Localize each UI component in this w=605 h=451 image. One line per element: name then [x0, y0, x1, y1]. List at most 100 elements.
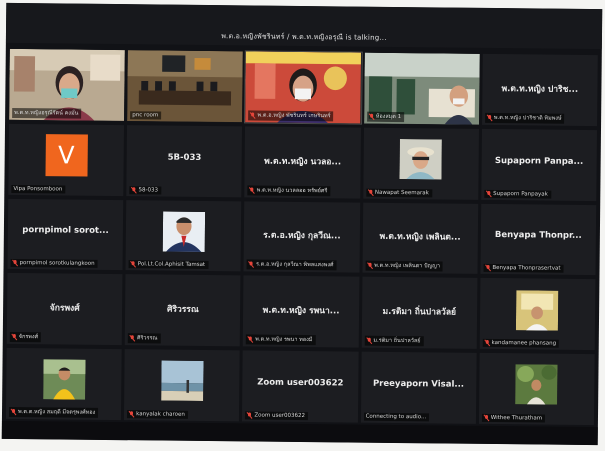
- participant-label-text: ม.รติมา ถิ่นปาลวัลย์: [373, 337, 421, 345]
- participant-tile[interactable]: Withee Thuratham: [478, 353, 595, 426]
- participant-name-label: ศิริวรรณ: [127, 333, 161, 344]
- participant-label-text: Zoom user003622: [254, 412, 306, 420]
- mic-muted-icon: [369, 113, 374, 119]
- participant-name-label: ม.รติมา ถิ่นปาลวัลย์: [364, 335, 424, 347]
- participant-tile[interactable]: Zoom user003622 Zoom user003622: [242, 350, 359, 423]
- participant-display-name: pornpimol sorot...: [22, 225, 109, 237]
- participant-name-label: Vipa Ponsomboon: [11, 184, 66, 194]
- participant-tile[interactable]: พ.ต.อ.หญิง พัชรินทร์ เกษรินทร์: [244, 50, 363, 125]
- participant-tile[interactable]: kandamanee phansang: [479, 278, 596, 351]
- participant-tile[interactable]: 5B-033 58-033: [126, 124, 243, 197]
- participant-name-label: พ.ต.ท.หญิง รพนา ทองมี: [246, 334, 316, 346]
- participant-display-name: Zoom user003622: [257, 377, 344, 389]
- participant-tile[interactable]: พ.ต.ท.หญิง เพลินต... พ.ต.ท.หญิง เพลินตา ป…: [362, 202, 479, 275]
- participant-display-name: Preeyaporn Visal...: [372, 378, 465, 390]
- participant-tile[interactable]: pnc room: [127, 50, 244, 123]
- mic-muted-icon: [366, 338, 371, 344]
- participant-tile[interactable]: จักรพงศ์ จักรพงศ์: [6, 273, 123, 346]
- participant-label-text: พ.ต.ท.หญิง ปาริชาติ ทิมพงษ์: [493, 114, 562, 122]
- mic-muted-icon: [12, 334, 17, 340]
- participant-name-label: pornpimol sorotkulangkoon: [10, 259, 98, 269]
- participant-display-name: Supaporn Panpa...: [494, 155, 584, 167]
- participant-label-text: พ.ต.ท.หญิง เพลินตา ปัญญา: [374, 263, 440, 270]
- participant-tile[interactable]: ม.รติมา ถิ่นปาลวัลย์ ม.รติมา ถิ่นปาลวัลย์: [361, 277, 478, 350]
- participant-display-name: พ.ต.ท.หญิง รพนา...: [262, 305, 340, 317]
- gallery-grid: พ.ต.ท.หญิงอรุณีรัตน์ คงมั่น pnc room พ.ต…: [5, 48, 598, 426]
- participant-name-label: kandamanee phansang: [482, 339, 560, 348]
- participant-display-name: พ.ต.ท.หญิง ปาริช...: [501, 83, 579, 95]
- participant-label-text: pornpimol sorotkulangkoon: [19, 260, 95, 268]
- participant-name-label: ห้องสมุด 1: [366, 111, 405, 122]
- participant-name-label: Benyapa Thonprasertvat: [483, 264, 564, 274]
- participant-tile[interactable]: ศิริวรรณ ศิริวรรณ: [124, 274, 241, 347]
- participant-label-text: kanyalak charoen: [136, 411, 185, 418]
- participant-display-name: 5B-033: [167, 152, 202, 163]
- mic-muted-icon: [11, 409, 16, 415]
- mic-muted-icon: [249, 262, 254, 268]
- participant-label-text: จักรพงศ์: [18, 334, 39, 341]
- mic-muted-icon: [130, 335, 135, 341]
- zoom-window: พ.ต.อ.หญิงพัชรินทร์ / พ.ต.ท.หญิงอรุณี is…: [1, 2, 603, 446]
- participant-name-label: Supaporn Panpayak: [484, 189, 551, 199]
- participant-photo: [515, 364, 558, 406]
- mic-muted-icon: [250, 112, 255, 118]
- participant-tile[interactable]: Benyapa Thonpr... Benyapa Thonprasertvat: [480, 203, 597, 276]
- participant-label-text: พ.ต.ท.หญิงอรุณีรัตน์ คงมั่น: [14, 109, 79, 117]
- participant-tile[interactable]: pornpimol sorot... pornpimol sorotkulangk…: [7, 198, 124, 271]
- participant-label-text: พ.ต.อ.หญิง พัชรินทร์ เกษรินทร์: [257, 112, 331, 120]
- mic-muted-icon: [131, 262, 136, 268]
- participant-tile[interactable]: ร.ต.อ.หญิง กุลวีณ... ร.ต.อ.หญิง กุลวีณา พ…: [243, 200, 360, 273]
- participant-display-name: พ.ต.ท.หญิง เพลินต...: [379, 232, 461, 244]
- participant-name-label: 58-033: [129, 185, 162, 195]
- participant-tile[interactable]: พ.ต.ท.หญิงอรุณีรัตน์ คงมั่น: [9, 48, 125, 121]
- participant-name-label: พ.ต.ท.หญิงอรุณีรัตน์ คงมั่น: [12, 107, 82, 119]
- participant-label-text: Nawapat Seemarak: [374, 189, 429, 196]
- mic-muted-icon: [487, 115, 492, 121]
- mic-muted-icon: [248, 337, 253, 343]
- participant-label-text: พ.ต.ต.หญิง สมฤดี มีจตรุพงศ์ทอง: [17, 409, 96, 416]
- participant-label-text: Supaporn Panpayak: [493, 190, 548, 198]
- mic-muted-icon: [250, 187, 255, 193]
- participant-display-name: จักรพงศ์: [49, 303, 80, 314]
- participant-photo: [160, 360, 204, 402]
- participant-label-text: Vipa Ponsomboon: [13, 185, 63, 193]
- participant-tile[interactable]: V Vipa Ponsomboon: [8, 123, 125, 196]
- participant-name-label: พ.ต.ต.หญิง สมฤดี มีจตรุพงศ์ทอง: [8, 406, 99, 418]
- participant-name-label: พ.ต.ท.หญิง นวลลออ ทรัพย์ศรี: [247, 185, 331, 196]
- participant-name-label: pnc room: [130, 110, 162, 120]
- participant-label-text: 58-033: [138, 186, 159, 194]
- participant-name-label: kanyalak charoen: [127, 410, 188, 419]
- participant-tile[interactable]: kanyalak charoen: [124, 349, 241, 422]
- participant-tile[interactable]: พ.ต.ต.หญิง สมฤดี มีจตรุพงศ์ทอง: [5, 348, 122, 421]
- participant-name-label: Pol.Lt.Col.Aphisit Tamsat: [128, 260, 209, 270]
- participant-tile[interactable]: ห้องสมุด 1: [363, 52, 480, 125]
- mic-muted-icon: [13, 260, 18, 266]
- avatar-letter: V: [45, 134, 88, 177]
- mic-muted-icon: [485, 265, 490, 271]
- participant-label-text: ศิริวรรณ: [136, 335, 158, 342]
- participant-label-text: pnc room: [132, 112, 159, 119]
- participant-tile[interactable]: พ.ต.ท.หญิง ปาริช... พ.ต.ท.หญิง ปาริชาติ ท…: [481, 53, 598, 126]
- participant-display-name: ม.รติมา ถิ่นปาลวัลย์: [382, 307, 457, 318]
- participant-tile[interactable]: Supaporn Panpa... Supaporn Panpayak: [481, 128, 597, 201]
- participant-label-text: kandamanee phansang: [491, 340, 557, 347]
- mic-muted-icon: [486, 191, 491, 197]
- participant-name-label: พ.ต.ท.หญิง ปาริชาติ ทิมพงษ์: [484, 112, 565, 124]
- participant-tile[interactable]: พ.ต.ท.หญิง นวลอ... พ.ต.ท.หญิง นวลลออ ทรัพ…: [244, 126, 361, 199]
- mic-muted-icon: [485, 340, 490, 346]
- participant-tile[interactable]: Nawapat Seemarak: [362, 127, 479, 200]
- participant-label-text: พ.ต.ท.หญิง รพนา ทองมี: [255, 336, 313, 344]
- participant-name-label: พ.ต.อ.หญิง พัชรินทร์ เกษรินทร์: [248, 110, 334, 122]
- mic-muted-icon: [129, 411, 134, 417]
- participant-name-label: Withee Thuratham: [481, 413, 546, 423]
- participant-tile[interactable]: Pol.Lt.Col.Aphisit Tamsat: [125, 199, 242, 272]
- mic-muted-icon: [367, 263, 372, 269]
- bottom-strip: [1, 420, 598, 446]
- mic-muted-icon: [247, 412, 252, 418]
- participant-label-text: Pol.Lt.Col.Aphisit Tamsat: [137, 261, 206, 269]
- participant-tile[interactable]: Preeyaporn Visal... Connecting to audio..…: [360, 351, 477, 424]
- participant-label-text: พ.ต.ท.หญิง นวลลออ ทรัพย์ศรี: [256, 187, 328, 194]
- participant-photo: [162, 211, 205, 252]
- participant-photo: [399, 138, 443, 180]
- participant-tile[interactable]: พ.ต.ท.หญิง รพนา... พ.ต.ท.หญิง รพนา ทองมี: [243, 275, 360, 348]
